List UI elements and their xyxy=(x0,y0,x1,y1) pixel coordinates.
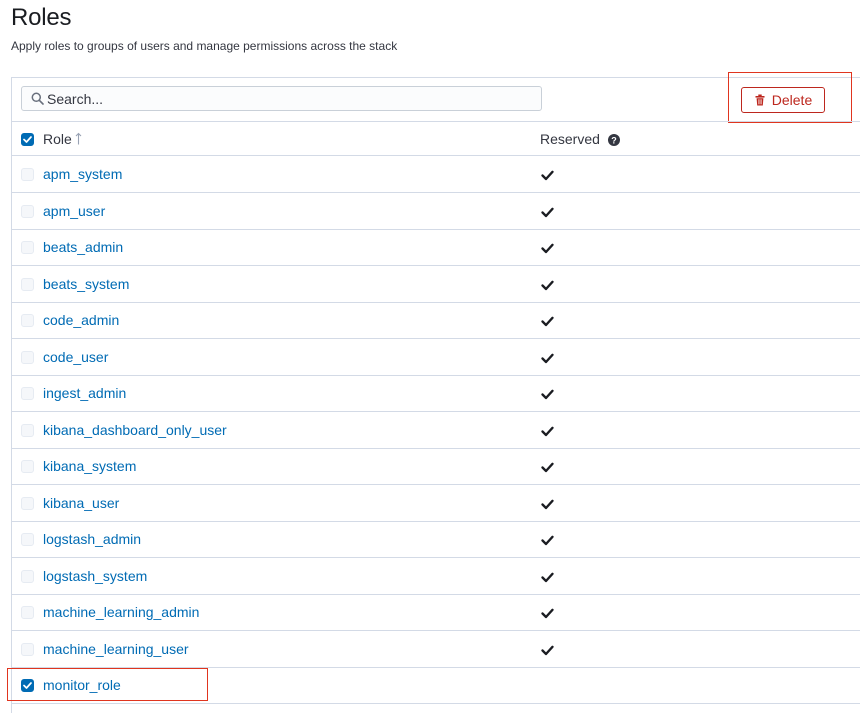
table-row: beats_system xyxy=(12,266,860,303)
search-icon xyxy=(31,92,44,105)
row-checkbox[interactable] xyxy=(21,496,34,510)
check-icon xyxy=(541,278,554,290)
row-checkbox[interactable] xyxy=(21,204,34,218)
check-icon xyxy=(541,424,554,436)
table-header: Role Reserved? xyxy=(12,121,860,156)
toolbar: Delete xyxy=(12,72,860,123)
check-icon xyxy=(541,314,554,327)
role-name-link[interactable]: kibana_user xyxy=(43,495,119,511)
monitor-role-highlight-box xyxy=(7,668,208,701)
role-name-link[interactable]: beats_system xyxy=(43,276,129,292)
role-name-link[interactable]: kibana_system xyxy=(43,458,136,474)
row-checkbox[interactable] xyxy=(21,168,34,181)
role-name-link[interactable]: ingest_admin xyxy=(43,385,126,401)
table-row: logstash_system xyxy=(12,558,860,595)
delete-button-label: Delete xyxy=(771,92,813,108)
row-checkbox[interactable] xyxy=(21,606,34,619)
table-row: kibana_dashboard_only_user xyxy=(12,412,860,449)
table-row: code_user xyxy=(12,339,860,376)
role-column-header[interactable]: Role xyxy=(43,131,82,148)
search-box[interactable] xyxy=(21,86,542,111)
role-name-link[interactable]: machine_learning_admin xyxy=(43,604,199,620)
role-name-link[interactable]: apm_user xyxy=(43,203,105,219)
check-icon xyxy=(541,643,554,655)
role-name-link[interactable]: apm_system xyxy=(43,166,122,182)
search-input[interactable] xyxy=(44,87,517,110)
select-all-checkbox[interactable] xyxy=(21,133,34,146)
reserved-column-header: Reserved? xyxy=(540,131,620,149)
table-row: logstash_admin xyxy=(12,521,860,558)
check-icon xyxy=(541,570,554,582)
row-checkbox[interactable] xyxy=(21,241,34,254)
check-icon xyxy=(541,460,554,473)
table-row: code_admin xyxy=(12,302,860,339)
role-name-link[interactable]: logstash_system xyxy=(43,568,147,584)
table-row: machine_learning_admin xyxy=(12,594,860,631)
row-checkbox[interactable] xyxy=(21,350,34,364)
check-icon xyxy=(541,606,554,619)
row-checkbox[interactable] xyxy=(21,642,34,656)
row-checkbox[interactable] xyxy=(21,277,34,291)
page-subtitle: Apply roles to groups of users and manag… xyxy=(11,39,398,53)
check-icon xyxy=(541,533,554,546)
check-icon xyxy=(541,497,554,509)
table-row: ingest_admin xyxy=(12,375,860,412)
check-icon xyxy=(541,168,554,181)
sort-ascending-icon xyxy=(75,132,82,148)
role-name-link[interactable]: logstash_admin xyxy=(43,531,141,547)
role-name-link[interactable]: code_user xyxy=(43,349,108,365)
table-row: machine_learning_user xyxy=(12,631,860,668)
role-column-label: Role xyxy=(43,131,72,147)
check-icon xyxy=(541,387,554,400)
check-icon xyxy=(541,205,554,217)
table-row: beats_admin xyxy=(12,229,860,266)
row-checkbox[interactable] xyxy=(21,387,34,400)
roles-table-panel: Delete Role Reserved? apm_system apm_user… xyxy=(7,72,860,713)
check-icon xyxy=(541,241,554,254)
reserved-column-label: Reserved xyxy=(540,131,600,147)
svg-text:?: ? xyxy=(611,135,617,145)
row-checkbox[interactable] xyxy=(21,423,34,437)
row-checkbox[interactable] xyxy=(21,533,34,546)
table-row: apm_user xyxy=(12,193,860,230)
role-name-link[interactable]: kibana_dashboard_only_user xyxy=(43,422,227,438)
question-circle-icon[interactable]: ? xyxy=(607,133,620,149)
page-title: Roles xyxy=(11,4,72,31)
row-checkbox[interactable] xyxy=(21,314,34,327)
row-checkbox[interactable] xyxy=(21,569,34,583)
table-row: apm_system xyxy=(12,156,860,193)
role-name-link[interactable]: beats_admin xyxy=(43,239,123,255)
check-icon xyxy=(541,351,554,363)
role-name-link[interactable]: machine_learning_user xyxy=(43,641,189,657)
delete-button[interactable]: Delete xyxy=(741,87,825,113)
role-name-link[interactable]: code_admin xyxy=(43,312,119,328)
trash-icon xyxy=(754,94,766,106)
table-row: kibana_system xyxy=(12,448,860,485)
row-checkbox[interactable] xyxy=(21,460,34,473)
table-row: kibana_user xyxy=(12,485,860,522)
